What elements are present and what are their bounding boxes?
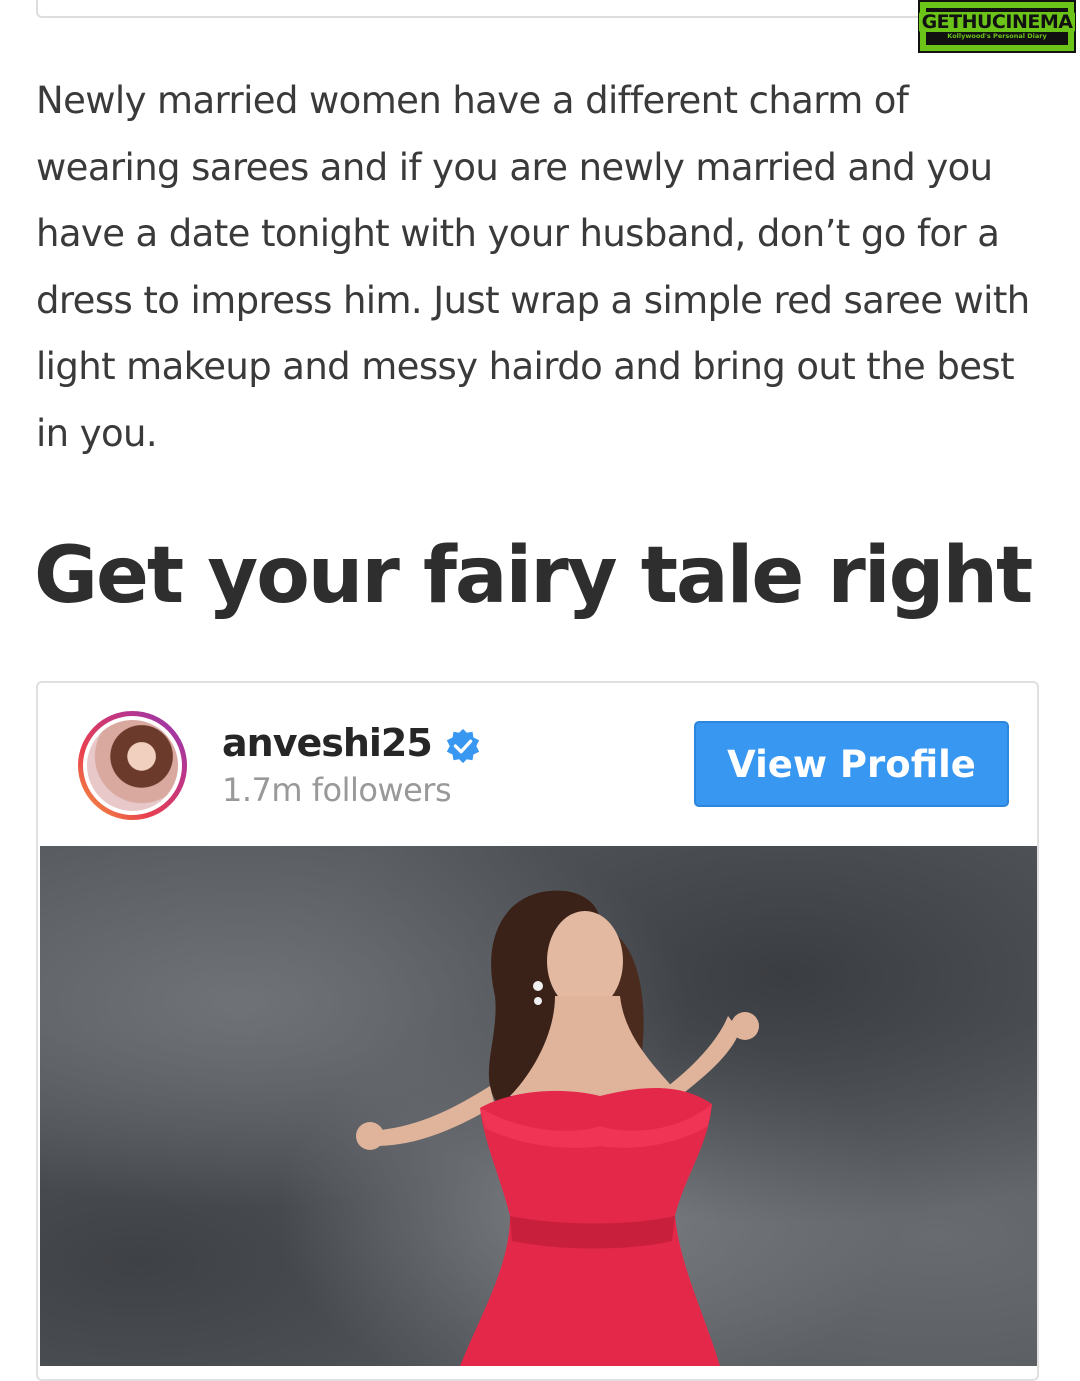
article-paragraph: Newly married women have a different cha… <box>36 79 1030 455</box>
gethucinema-watermark-logo: GETHUCINEMA Kollywood's Personal Diary <box>918 0 1076 53</box>
post-photo[interactable] <box>40 846 1037 1366</box>
watermark-tagline: Kollywood's Personal Diary <box>947 32 1047 40</box>
view-profile-button[interactable]: View Profile <box>694 721 1009 807</box>
followers-count: 1.7m followers <box>222 771 452 809</box>
section-heading: Get your fairy tale right <box>34 531 1033 621</box>
avatar-image <box>87 720 178 811</box>
watermark-brand: GETHUCINEMA <box>918 12 1076 32</box>
profile-username[interactable]: anveshi25 <box>222 721 433 765</box>
photo-subject <box>356 890 759 1366</box>
instagram-embed-card: anveshi25 1.7m followers View Profile <box>36 681 1039 1381</box>
profile-avatar[interactable] <box>78 711 187 820</box>
previous-card-edge <box>36 0 1036 18</box>
verified-badge-icon <box>446 728 480 764</box>
